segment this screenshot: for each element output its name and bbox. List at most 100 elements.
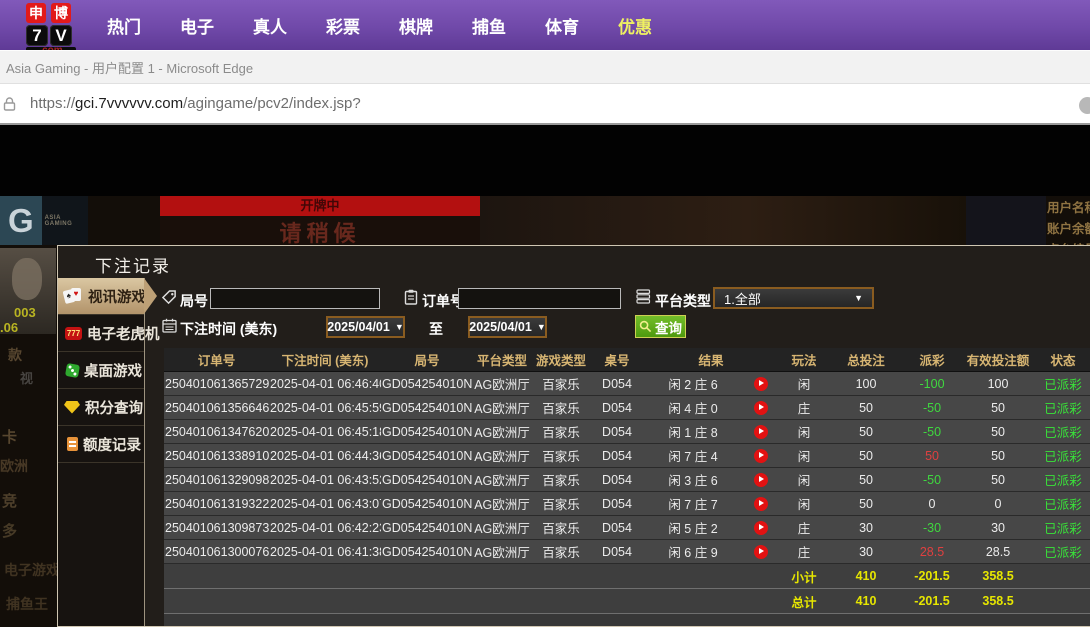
table-row: 2504010613000762025-04-01 06:41:38GD0542…	[164, 540, 1090, 564]
total-payout: -201.5	[903, 589, 961, 614]
cell-order: 250401061300076	[164, 540, 269, 564]
nav-item[interactable]: 棋牌	[399, 13, 433, 38]
sidebar-item[interactable]: 额度记录	[58, 426, 144, 463]
play-video-button[interactable]	[754, 545, 768, 559]
date-to-label: 至	[429, 319, 443, 339]
browser-urlbar[interactable]: https://gci.7vvvvvv.com/agingame/pcv2/in…	[0, 83, 1090, 125]
cell-time: 2025-04-01 06:41:38	[269, 540, 381, 564]
lock-icon	[2, 96, 17, 112]
play-video-button[interactable]	[754, 425, 768, 439]
subtotal-bet: 410	[829, 564, 903, 589]
gem-icon	[64, 401, 80, 414]
platform-type-select[interactable]: 1.全部 ▼	[713, 287, 874, 309]
nav-item[interactable]: 捕鱼	[472, 13, 506, 38]
cell-video	[743, 540, 779, 564]
column-header: 下注时间 (美东)	[269, 348, 381, 372]
cell-payout: -50	[903, 468, 961, 492]
live-status-banner: 开牌中	[160, 196, 480, 216]
platform-type-label: 平台类型	[655, 291, 711, 311]
status-badge: 已派彩	[1035, 540, 1090, 564]
tag-icon	[162, 290, 177, 310]
cell-result: 闲 7 庄 4	[643, 444, 743, 468]
cell-order: 250401061319322	[164, 492, 269, 516]
play-video-button[interactable]	[754, 377, 768, 391]
table-row: 2504010613657292025-04-01 06:46:40GD0542…	[164, 372, 1090, 396]
slot-machine-icon: 777	[65, 327, 82, 340]
logo-badge: 博	[51, 3, 71, 23]
background-fragment: 款	[8, 345, 22, 365]
cell-video	[743, 420, 779, 444]
cell-game: 百家乐	[531, 444, 591, 468]
table-header-row: 订单号下注时间 (美东)局号平台类型游戏类型桌号结果玩法总投注派彩有效投注额状态	[164, 348, 1090, 372]
total-valid: 358.5	[961, 589, 1035, 614]
column-header: 状态	[1035, 348, 1090, 372]
live-video-feed	[480, 196, 966, 245]
background-fragment: .06	[0, 320, 18, 335]
cell-result: 闲 5 庄 2	[643, 516, 743, 540]
date-to-value: 2025/04/01	[469, 320, 532, 334]
cell-time: 2025-04-01 06:46:40	[269, 372, 381, 396]
cell-video	[743, 396, 779, 420]
cell-empty	[164, 589, 779, 614]
cell-bet: 50	[829, 468, 903, 492]
cell-time: 2025-04-01 06:42:23	[269, 516, 381, 540]
sidebar-item-label: 桌面游戏	[84, 360, 142, 381]
sidebar-item-label: 电子老虎机	[87, 323, 160, 344]
sidebar-item[interactable]: ♠♥视讯游戏	[58, 278, 144, 315]
date-from-value: 2025/04/01	[327, 320, 390, 334]
browser-profile-icon[interactable]	[1079, 97, 1090, 114]
cell-game: 百家乐	[531, 372, 591, 396]
cell-payout: 0	[903, 492, 961, 516]
sidebar-item[interactable]: 桌面游戏	[58, 352, 144, 389]
cell-video	[743, 492, 779, 516]
status-badge: 已派彩	[1035, 444, 1090, 468]
calendar-icon	[162, 318, 177, 338]
play-video-button[interactable]	[754, 449, 768, 463]
cell-time: 2025-04-01 06:43:07	[269, 492, 381, 516]
subtotal-label: 小计	[779, 564, 829, 589]
nav-item[interactable]: 彩票	[326, 13, 360, 38]
cell-empty	[1035, 564, 1090, 589]
dice-icon	[65, 362, 80, 377]
cell-platform: AG欧洲厅	[473, 372, 531, 396]
nav-item[interactable]: 体育	[545, 13, 579, 38]
bet-records-panel: 下注记录 ♠♥视讯游戏777电子老虎机桌面游戏积分查询额度记录 局号 订单号 平…	[57, 245, 1090, 627]
chevron-down-icon: ▼	[395, 322, 404, 332]
column-header: 订单号	[164, 348, 269, 372]
date-from-select[interactable]: 2025/04/01 ▼	[326, 316, 405, 338]
background-fragment: 捕鱼王	[6, 594, 48, 614]
search-button[interactable]: 查询	[635, 315, 686, 338]
nav-item[interactable]: 电子	[180, 13, 214, 38]
order-number-input[interactable]	[458, 288, 621, 309]
sidebar-item[interactable]: 积分查询	[58, 389, 144, 426]
cell-play-type: 庄	[779, 516, 829, 540]
cell-order: 250401061356646	[164, 396, 269, 420]
logo-tile: V	[50, 25, 72, 46]
background-image	[966, 196, 1046, 245]
background-fragment: 竞	[2, 490, 17, 511]
play-video-button[interactable]	[754, 473, 768, 487]
background-fragment: 欧洲	[0, 456, 28, 476]
cell-valid-bet: 30	[961, 516, 1035, 540]
cell-platform: AG欧洲厅	[473, 396, 531, 420]
nav-item[interactable]: 热门	[107, 13, 141, 38]
play-video-button[interactable]	[754, 401, 768, 415]
round-number-input[interactable]	[210, 288, 380, 309]
username-label: 用户名称	[1047, 198, 1090, 219]
nav-item[interactable]: 真人	[253, 13, 287, 38]
table-row: 2504010613566462025-04-01 06:45:59GD0542…	[164, 396, 1090, 420]
cell-table_no: D054	[591, 468, 643, 492]
status-badge: 已派彩	[1035, 420, 1090, 444]
play-video-button[interactable]	[754, 497, 768, 511]
site-logo[interactable]: 申 博 7 V .com	[26, 3, 76, 50]
background-fragment: 卡	[2, 426, 17, 447]
sidebar-item-label: 积分查询	[85, 397, 143, 418]
status-badge: 已派彩	[1035, 468, 1090, 492]
cell-payout: 28.5	[903, 540, 961, 564]
cell-table_no: D054	[591, 420, 643, 444]
sidebar-item[interactable]: 777电子老虎机	[58, 315, 144, 352]
column-header: 结果	[643, 348, 779, 372]
play-video-button[interactable]	[754, 521, 768, 535]
date-to-select[interactable]: 2025/04/01 ▼	[468, 316, 547, 338]
nav-item[interactable]: 优惠	[618, 13, 652, 38]
